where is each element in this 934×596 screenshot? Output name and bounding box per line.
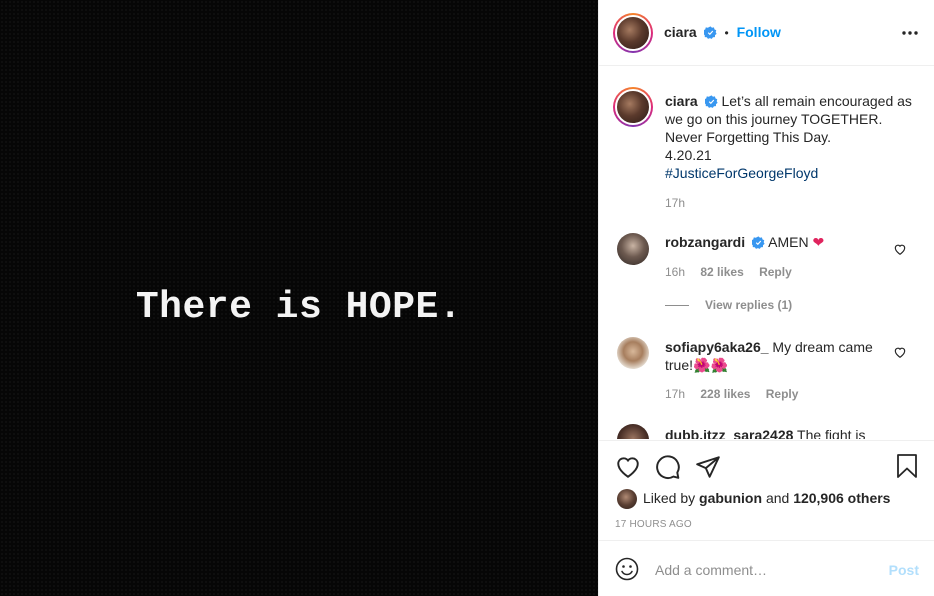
comment-item: dubb.itzz_sara2428 The fight is — [665, 426, 893, 439]
caption-age[interactable]: 17h — [665, 194, 915, 212]
caption-line-3: Never Forgetting This Day. — [665, 129, 831, 145]
comment-meta: 16h 82 likes Reply — [665, 265, 792, 279]
header-separator: • — [724, 26, 729, 40]
verified-badge-icon — [703, 26, 717, 39]
comment-username[interactable]: robzangardi — [665, 234, 745, 250]
comment-text: The fight is — [797, 427, 866, 439]
liked-by-prefix: Liked by — [643, 490, 696, 506]
post-comment-button[interactable]: Post — [889, 562, 919, 578]
post-timestamp[interactable]: 17 HOURS AGO — [615, 519, 692, 530]
liked-by-others-link[interactable]: 120,906 others — [793, 490, 890, 506]
comment-item: robzangardi AMEN ❤ — [665, 233, 893, 251]
red-heart-emoji: ❤ — [812, 234, 825, 250]
comment-reply-button[interactable]: Reply — [759, 265, 792, 279]
comments-scroll-area[interactable]: ciara Let’s all remain encouraged as we … — [599, 67, 934, 439]
caption-line-4: 4.20.21 — [665, 147, 712, 163]
post-image-text: There is HOPE. — [135, 286, 463, 329]
comment-age[interactable]: 16h — [665, 265, 685, 279]
header-username[interactable]: ciara — [664, 24, 697, 40]
liked-by-and: and — [765, 490, 790, 506]
comment-like-heart-icon[interactable] — [893, 345, 907, 359]
liked-by-summary: Liked by gabunion and 120,906 others — [643, 490, 890, 506]
caption-line-1: Let’s all remain encouraged as — [721, 93, 912, 109]
add-comment-input[interactable]: Add a comment… — [655, 562, 767, 578]
like-heart-icon[interactable] — [615, 454, 641, 480]
comment-likes[interactable]: 82 likes — [700, 265, 743, 279]
post-header: ciara • Follow — [599, 0, 934, 66]
comment-item: sofiapy6aka26_ My dream came true!🌺🌺 — [665, 338, 893, 374]
comment-avatar[interactable] — [617, 233, 649, 265]
verified-badge-icon — [704, 95, 718, 108]
follow-button[interactable]: Follow — [737, 24, 781, 40]
caption-avatar[interactable] — [613, 87, 653, 127]
comment-likes[interactable]: 228 likes — [700, 387, 750, 401]
view-replies-divider — [665, 305, 689, 306]
post-image[interactable]: There is HOPE. — [0, 0, 598, 596]
comment-age[interactable]: 17h — [665, 387, 685, 401]
comment-avatar[interactable] — [617, 424, 649, 439]
view-replies-button[interactable]: View replies (1) — [705, 298, 792, 312]
header-avatar[interactable] — [613, 13, 653, 53]
comment-icon[interactable] — [655, 454, 681, 480]
comment-meta: 17h 228 likes Reply — [665, 387, 798, 401]
comment-username[interactable]: sofiapy6aka26_ — [665, 339, 769, 355]
comment-text-line-2: true! — [665, 357, 694, 373]
caption: ciara Let’s all remain encouraged as we … — [665, 92, 915, 212]
liked-by-avatar[interactable] — [617, 489, 637, 509]
comment-text: AMEN — [768, 234, 809, 250]
caption-hashtag-link[interactable]: #JusticeForGeorgeFloyd — [665, 164, 915, 182]
add-comment-bar: Add a comment… Post — [599, 540, 934, 596]
comment-like-heart-icon[interactable] — [893, 242, 907, 256]
comment-username[interactable]: dubb.itzz_sara2428 — [665, 427, 793, 439]
caption-username[interactable]: ciara — [665, 93, 698, 109]
hibiscus-emoji: 🌺🌺 — [693, 357, 728, 373]
emoji-smiley-icon[interactable] — [615, 557, 639, 581]
caption-line-2: we go on this journey TOGETHER. — [665, 111, 883, 127]
comment-text: My dream came — [772, 339, 873, 355]
comment-reply-button[interactable]: Reply — [766, 387, 799, 401]
post-side-panel: ciara • Follow ciara Let’s all remain en… — [598, 0, 934, 596]
share-icon[interactable] — [695, 454, 721, 480]
liked-by-user-link[interactable]: gabunion — [699, 490, 762, 506]
more-options-icon[interactable] — [901, 25, 919, 41]
comment-avatar[interactable] — [617, 337, 649, 369]
post-actions: Liked by gabunion and 120,906 others 17 … — [599, 440, 934, 540]
verified-badge-icon — [752, 236, 765, 249]
save-bookmark-icon[interactable] — [895, 453, 919, 479]
